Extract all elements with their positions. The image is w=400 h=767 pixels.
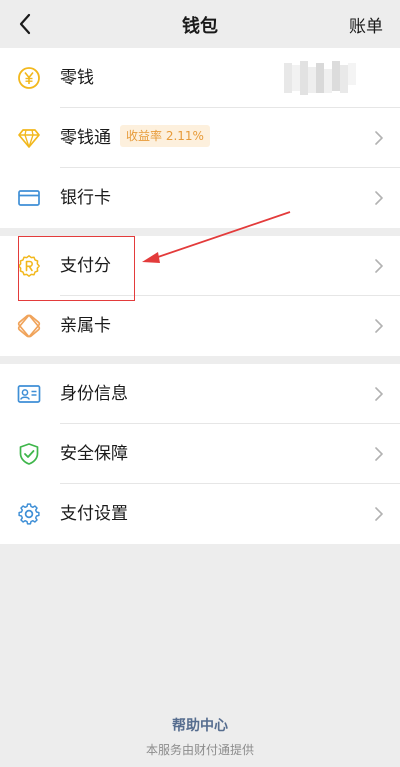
coin-yen-icon [18,67,40,89]
help-center-link[interactable]: 帮助中心 [0,715,400,735]
chevron-right-icon [375,447,383,461]
shield-check-icon [19,443,39,465]
chevron-right-icon [375,259,383,273]
row-label: 身份信息 [60,384,128,404]
row-change[interactable]: 零钱 [0,48,400,108]
page-title: 钱包 [182,16,218,37]
row-label: 支付设置 [60,504,128,524]
gear-icon [18,503,40,525]
family-card-icon [17,314,41,338]
settings-section: 身份信息 安全保障 支付设置 [0,364,400,544]
row-family-card[interactable]: 亲属卡 [0,296,400,356]
bill-button[interactable]: 账单 [349,12,383,37]
row-label: 亲属卡 [60,316,111,336]
yield-rate-badge: 收益率 2.11% [120,125,210,147]
row-pay-settings[interactable]: 支付设置 [0,484,400,544]
row-label: 零钱 [60,68,94,88]
wallet-page: 钱包 账单 零钱 零钱通 收益率 2.11% 银行卡 支付分 亲属卡 身份信息 … [0,0,400,767]
row-bank-card[interactable]: 银行卡 [0,168,400,228]
chevron-right-icon [375,507,383,521]
row-label: 零钱通 [60,128,111,148]
row-label: 安全保障 [60,444,128,464]
id-card-icon [17,385,41,403]
chevron-right-icon [375,191,383,205]
blurred-balance-value [284,61,356,95]
balance-section: 零钱 零钱通 收益率 2.11% 银行卡 [0,48,400,228]
chevron-right-icon [375,387,383,401]
provider-note: 本服务由财付通提供 [145,743,254,757]
row-security[interactable]: 安全保障 [0,424,400,484]
row-identity[interactable]: 身份信息 [0,364,400,424]
row-change-pass[interactable]: 零钱通 收益率 2.11% [0,108,400,168]
row-label: 银行卡 [60,188,111,208]
chevron-right-icon [375,319,383,333]
nav-bar: 钱包 账单 [0,0,400,48]
highlight-box [18,236,135,301]
diamond-icon [18,129,40,148]
bank-card-icon [18,190,40,206]
chevron-right-icon [375,131,383,145]
